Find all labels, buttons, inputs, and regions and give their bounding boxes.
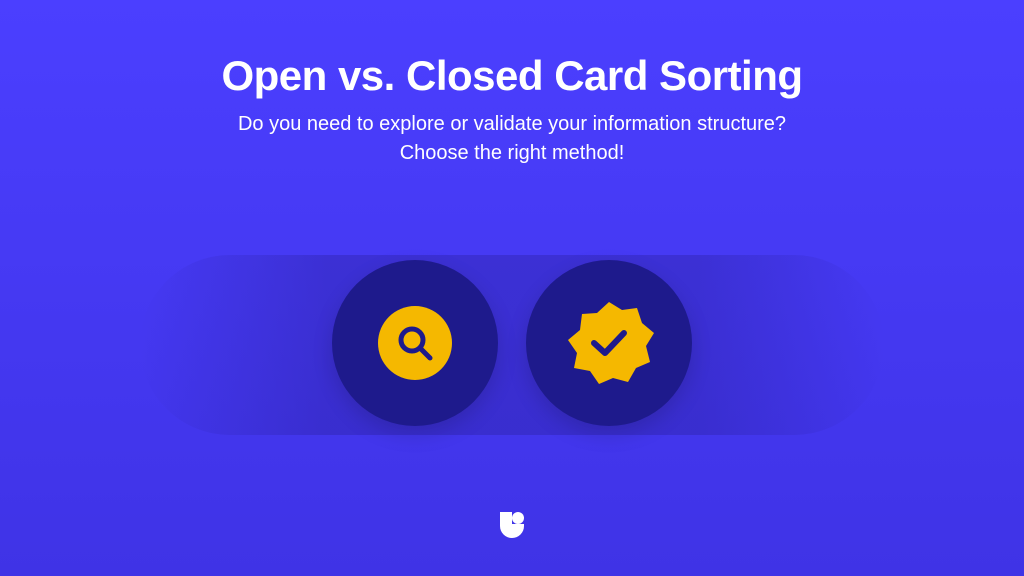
page-subtitle: Do you need to explore or validate your … [221,110,802,168]
header: Open vs. Closed Card Sorting Do you need… [221,52,802,168]
verified-badge-wrap [564,298,654,388]
subtitle-line-2: Choose the right method! [400,142,625,164]
open-sorting-circle [332,260,498,426]
subtitle-line-1: Do you need to explore or validate your … [238,113,786,135]
verified-badge-icon [564,298,654,388]
brand-logo-icon [497,509,527,539]
icon-row [0,260,1024,426]
closed-sorting-circle [526,260,692,426]
page-title: Open vs. Closed Card Sorting [221,52,802,100]
search-icon [394,322,436,364]
search-icon-disc [378,306,452,380]
brand-logo [497,509,527,544]
